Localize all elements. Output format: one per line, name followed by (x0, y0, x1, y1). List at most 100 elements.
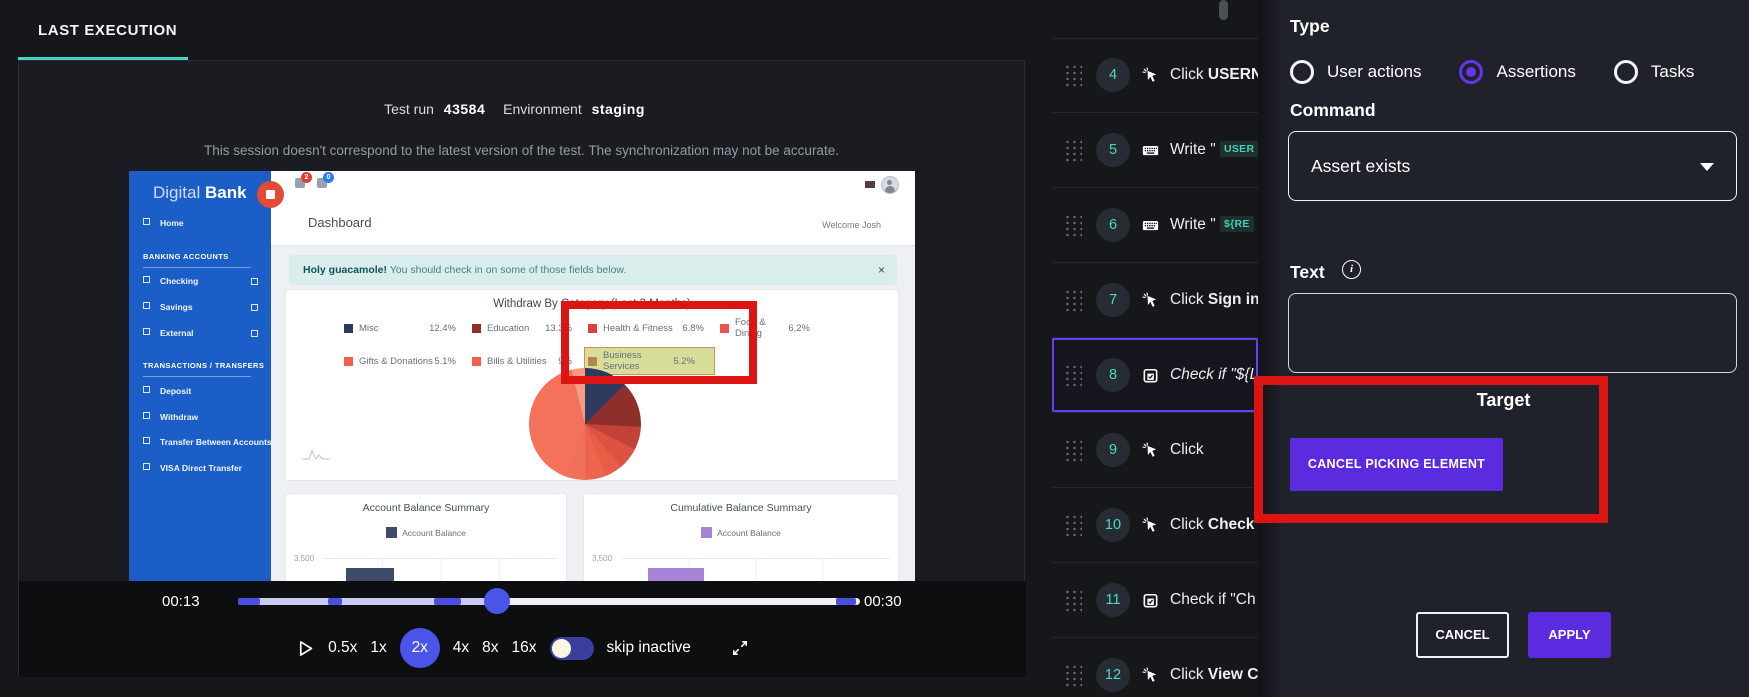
test-step-row[interactable]: 5 Write " USER (1052, 113, 1258, 188)
notification-icon: 2 (295, 172, 312, 188)
execution-card: Test run 43584 Environment staging This … (18, 60, 1026, 677)
bank-nav-checking: Checking (143, 276, 258, 288)
click-icon (1142, 517, 1159, 534)
drag-handle-icon[interactable] (1064, 139, 1082, 162)
divider (143, 376, 251, 377)
test-step-row-selected[interactable]: 8 Check if "${L (1052, 338, 1258, 413)
speed-option[interactable]: 0.5x (328, 639, 357, 657)
test-step-row[interactable]: 4 Click USERN (1052, 38, 1258, 113)
timeline-playhead[interactable] (483, 588, 510, 614)
radio-label: Tasks (1650, 62, 1695, 81)
speed-option-active[interactable]: 2x (399, 628, 440, 668)
step-number: 5 (1096, 133, 1130, 167)
legend-label: Misc (359, 322, 379, 334)
legend-label: Gifts & Donations (359, 355, 433, 367)
drag-handle-icon[interactable] (1064, 514, 1082, 537)
speed-option[interactable]: 4x (453, 639, 469, 657)
click-icon (1142, 292, 1159, 309)
radio-icon[interactable] (1290, 60, 1314, 84)
speed-option[interactable]: 16x (512, 639, 537, 657)
command-heading: Command (1290, 100, 1376, 120)
bank-alert: Holy guacamole! You should check in on s… (289, 255, 897, 285)
summary-title: Cumulative Balance Summary (670, 502, 812, 514)
tab-last-execution[interactable]: LAST EXECUTION (38, 22, 177, 39)
test-step-row[interactable]: 12 Click View C (1052, 638, 1258, 697)
current-time: 00:13 (162, 593, 200, 610)
step-label: Click USERN (1170, 66, 1258, 83)
radio-tasks[interactable]: Tasks (1613, 60, 1695, 84)
legend-item: Misc 12.4% (344, 317, 472, 339)
click-icon (1142, 442, 1159, 459)
legend-value: 5.1% (434, 355, 456, 367)
drag-handle-icon[interactable] (1064, 589, 1082, 612)
info-icon[interactable]: i (1342, 260, 1361, 279)
step-label: Write " ${RE (1170, 216, 1254, 234)
click-icon (1142, 67, 1159, 84)
target-highlight-box (1254, 376, 1608, 523)
message-icon: 0 (317, 172, 334, 188)
video-player-bar: 00:13 00:30 0.5x 1x 2x 4x 8x 16x skip in… (19, 581, 1026, 677)
radio-label: User actions (1327, 62, 1422, 81)
recording-highlight-dot (257, 181, 284, 208)
player-controls: 0.5x 1x 2x 4x 8x 16x skip inactive (19, 625, 1026, 671)
speed-option[interactable]: 1x (370, 639, 386, 657)
bank-logo-light: Digital (153, 183, 201, 202)
radio-assertions[interactable]: Assertions (1459, 60, 1576, 84)
account-balance-card: Account Balance Summary Account Balance … (285, 493, 567, 581)
divider (143, 267, 251, 268)
bank-nav-visa-transfer: VISA Direct Transfer (143, 463, 242, 475)
test-step-row[interactable]: 10 Click Check (1052, 488, 1258, 563)
summary-title: Account Balance Summary (362, 502, 490, 514)
test-step-row[interactable]: 6 Write " ${RE (1052, 188, 1258, 263)
element-highlight-box (561, 301, 757, 384)
withdraw-pie-chart (529, 368, 641, 480)
apply-button[interactable]: APPLY (1528, 612, 1611, 658)
drag-handle-icon[interactable] (1064, 364, 1082, 387)
legend-value: 12.4% (429, 322, 456, 334)
skip-inactive-toggle[interactable] (549, 636, 594, 660)
radio-icon-selected[interactable] (1459, 60, 1484, 84)
radio-icon[interactable] (1613, 60, 1638, 84)
step-number: 10 (1096, 508, 1130, 542)
drag-handle-icon[interactable] (1064, 664, 1082, 687)
text-heading: Text i (1290, 260, 1361, 283)
bank-nav-withdraw: Withdraw (143, 412, 198, 424)
cancel-button[interactable]: CANCEL (1416, 612, 1509, 658)
step-number: 7 (1096, 283, 1130, 317)
chevron-down-icon (1700, 163, 1714, 171)
command-select[interactable]: Assert exists (1288, 131, 1737, 201)
legend-label: Account Balance (402, 527, 466, 538)
radio-user-actions[interactable]: User actions (1290, 60, 1421, 84)
total-time: 00:30 (864, 593, 902, 610)
axis-tick: 3,500 (294, 554, 315, 563)
timeline-slider[interactable] (238, 588, 860, 614)
bank-sidebar: Digital Bank Home BANKING ACCOUNTS Check… (129, 171, 272, 581)
assertion-icon (1142, 367, 1159, 384)
cumulative-balance-card: Cumulative Balance Summary Account Balan… (583, 493, 899, 581)
test-step-row[interactable]: 9 Click (1052, 413, 1258, 488)
play-button[interactable] (296, 639, 315, 658)
flag-icon (865, 181, 875, 188)
test-step-row[interactable]: 7 Click Sign in (1052, 263, 1258, 338)
bank-nav-section: BANKING ACCOUNTS (143, 252, 229, 261)
fullscreen-icon[interactable] (731, 639, 749, 657)
drag-handle-icon[interactable] (1064, 214, 1082, 237)
legend-swatch (472, 356, 481, 366)
legend-swatch (344, 356, 353, 366)
assertion-icon (1142, 592, 1159, 609)
bank-logo-bold: Bank (204, 183, 247, 202)
test-step-row[interactable]: 11 Check if "Ch (1052, 563, 1258, 638)
assertion-text-input[interactable] (1288, 293, 1737, 373)
legend-label: Bills & Utilities (487, 355, 547, 367)
drag-handle-icon[interactable] (1064, 439, 1082, 462)
drag-handle-icon[interactable] (1064, 289, 1082, 312)
drag-handle-icon[interactable] (1064, 64, 1082, 87)
speed-option[interactable]: 8x (482, 639, 498, 657)
video-frame[interactable]: Digital Bank Home BANKING ACCOUNTS Check… (129, 171, 915, 581)
text-label: Text (1290, 262, 1325, 282)
timeline-segment (238, 598, 260, 605)
bank-logo: Digital Bank (153, 183, 247, 203)
step-number: 9 (1096, 433, 1130, 467)
message-badge: 0 (323, 172, 334, 183)
run-meta: Test run 43584 Environment staging (19, 101, 1024, 117)
